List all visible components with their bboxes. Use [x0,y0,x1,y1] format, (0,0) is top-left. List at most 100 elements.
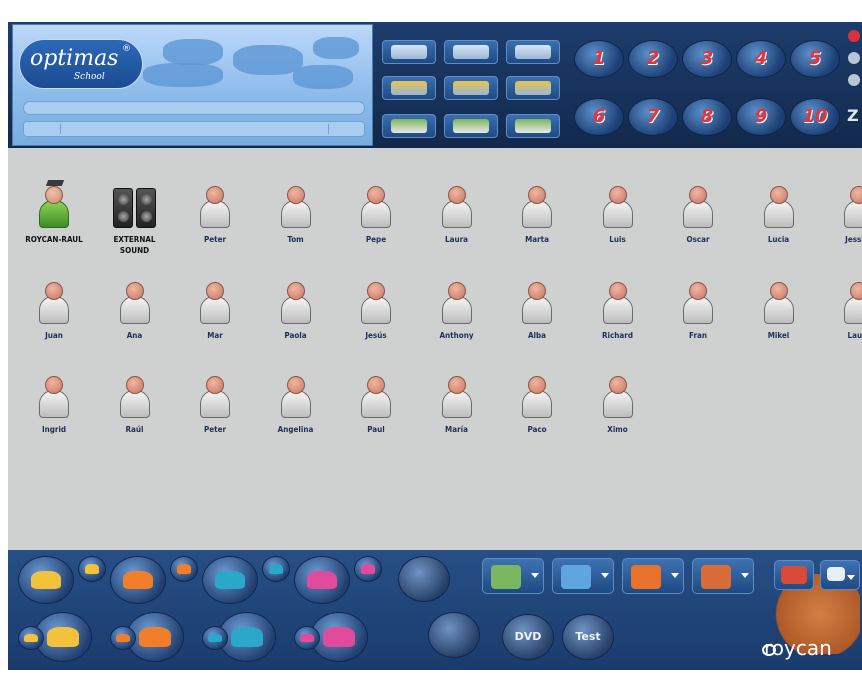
student-tile[interactable]: Laura [417,176,497,262]
all-students-button[interactable] [398,556,450,602]
student-tile[interactable]: Anthony [417,272,497,358]
student-icon [37,282,71,326]
student-list-button[interactable] [444,114,498,138]
student-tile[interactable]: Ximo [578,366,658,452]
group-4-button[interactable] [294,626,320,650]
student-tile[interactable]: Paola [256,272,336,358]
student-tile[interactable]: Jessica [819,176,862,262]
channel-button-3[interactable]: 3 [682,40,732,78]
student-tile[interactable]: Paul [336,366,416,452]
channel-button-9[interactable]: 9 [736,98,786,136]
grid-view-button[interactable] [820,560,860,590]
audio-control-button[interactable] [506,76,560,100]
hand-raise-button[interactable] [774,560,814,590]
group-3-button[interactable] [202,626,228,650]
student-name: Juan [45,331,63,340]
group-2-button[interactable] [110,556,166,604]
channel-button-2[interactable]: 2 [628,40,678,78]
refresh-button[interactable] [622,558,684,594]
screen-share-button[interactable] [552,558,614,594]
student-tile[interactable]: Marta [497,176,577,262]
student-tile[interactable]: Tom [256,176,336,262]
student-tile[interactable]: Laura [819,272,862,358]
student-tile[interactable]: Oscar [658,176,738,262]
channel-button-1[interactable]: 1 [574,40,624,78]
audio-group-button[interactable] [444,76,498,100]
student-tile[interactable]: Peter [175,366,255,452]
student-tile[interactable]: Pepe [336,176,416,262]
people-icon [116,633,130,643]
student-tile[interactable]: Juan [14,272,94,358]
class-layout-button[interactable] [692,558,754,594]
channel-button-7[interactable]: 7 [628,98,678,136]
student-tile[interactable]: Lucia [739,176,819,262]
group-users-button[interactable] [482,558,544,594]
chevron-down-icon [531,573,539,578]
channel-button-8[interactable]: 8 [682,98,732,136]
group-1-button[interactable] [78,556,106,582]
channel-button-10[interactable]: 10 [790,98,840,136]
student-tile[interactable]: Angelina [256,366,336,452]
minimize-icon[interactable] [848,52,860,64]
channel-button-5[interactable]: 5 [790,40,840,78]
student-icon [601,282,635,326]
student-tile[interactable]: Peter [175,176,255,262]
student-tile[interactable]: Jesús [336,272,416,358]
people-icon [208,633,222,643]
people-icon [176,564,192,574]
students-group-button[interactable] [428,612,480,658]
channel-button-4[interactable]: 4 [736,40,786,78]
student-tile[interactable]: Fran [658,272,738,358]
people-icon [300,633,314,643]
student-tile[interactable]: Ingrid [14,366,94,452]
student-icon [359,186,393,230]
window-controls: Z [846,28,862,128]
student-tile[interactable]: Mar [175,272,255,358]
student-icon [601,186,635,230]
channel-button-6[interactable]: 6 [574,98,624,136]
people-icon [84,564,100,574]
close-icon[interactable] [848,30,860,42]
test-button[interactable]: Test [562,614,614,660]
student-grid: ROYCAN-RAUL EXTERNAL SOUND Peter Tom Pepe Lau… [8,148,862,550]
group-1-button[interactable] [18,556,74,604]
group-3-button[interactable] [262,556,290,582]
video-group-icon [453,45,489,59]
teacher-icon [37,180,71,230]
dvd-button[interactable]: DVD [502,614,554,660]
student-tile[interactable]: Alba [497,272,577,358]
audio-monitor-button[interactable] [382,76,436,100]
grid-icon [827,567,845,581]
video-monitor-button[interactable] [382,40,436,64]
logo-registered: ® [122,44,131,54]
student-tile[interactable]: Mikel [739,272,819,358]
video-control-button[interactable] [506,40,560,64]
group-4-button[interactable] [354,556,382,582]
screen-share-icon [561,565,591,589]
teacher-tile[interactable]: ROYCAN-RAUL [14,176,94,262]
student-tools-button[interactable] [506,114,560,138]
student-view-button[interactable] [382,114,436,138]
video-group-button[interactable] [444,40,498,64]
group-3-button[interactable] [202,556,258,604]
student-name: Pepe [365,235,387,244]
student-name: Ana [126,331,143,340]
people-icon [30,570,62,590]
people-icon [122,570,154,590]
external-sound-tile[interactable]: EXTERNAL SOUND [95,176,175,262]
student-tile[interactable]: Raúl [95,366,175,452]
student-name: Laura [445,235,468,244]
group-4-button[interactable] [294,556,350,604]
maximize-icon[interactable] [848,74,860,86]
student-tile[interactable]: Luis [578,176,658,262]
group-2-button[interactable] [110,626,136,650]
group-2-button[interactable] [170,556,198,582]
student-tile[interactable]: Richard [578,272,658,358]
student-tile[interactable]: Paco [497,366,577,452]
student-tile[interactable]: María [417,366,497,452]
student-tile[interactable]: Ana [95,272,175,358]
group-1-button[interactable] [18,626,44,650]
decorative-shape [143,63,223,87]
student-icon [681,282,715,326]
student-name: Fran [689,331,707,340]
